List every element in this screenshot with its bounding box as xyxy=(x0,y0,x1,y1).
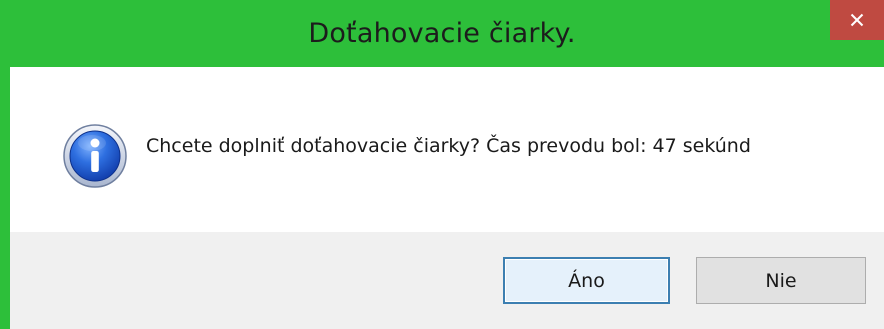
dialog-content: Chcete doplniť doťahovacie čiarky? Čas p… xyxy=(10,67,884,329)
info-icon xyxy=(62,123,128,189)
message-text: Chcete doplniť doťahovacie čiarky? Čas p… xyxy=(146,135,751,157)
close-button[interactable] xyxy=(830,0,884,40)
message-area: Chcete doplniť doťahovacie čiarky? Čas p… xyxy=(10,67,884,232)
message-dialog: Doťahovacie čiarky. Chcete doplniť doťah… xyxy=(0,0,884,329)
close-icon xyxy=(850,13,864,27)
yes-button[interactable]: Áno xyxy=(503,257,670,304)
window-title: Doťahovacie čiarky. xyxy=(308,18,576,49)
no-button[interactable]: Nie xyxy=(696,257,866,304)
button-bar: Áno Nie xyxy=(10,232,884,329)
title-bar[interactable]: Doťahovacie čiarky. xyxy=(0,0,884,67)
